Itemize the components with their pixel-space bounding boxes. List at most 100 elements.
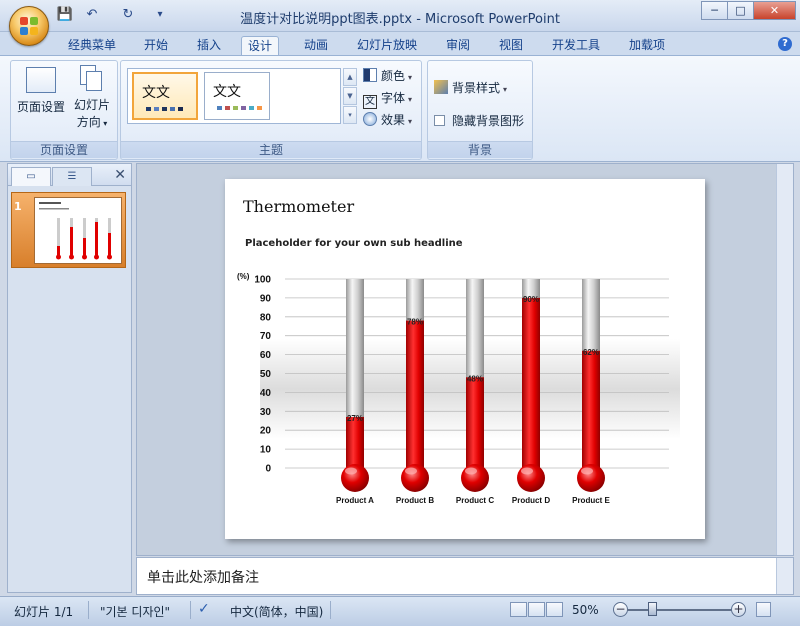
slide-editor-area: Thermometer Placeholder for your own sub… bbox=[136, 163, 794, 556]
category-label: Product D bbox=[512, 496, 550, 505]
zoom-slider-track[interactable] bbox=[627, 609, 735, 611]
slideshow-view-icon[interactable] bbox=[546, 602, 563, 617]
slide-canvas[interactable]: Thermometer Placeholder for your own sub… bbox=[225, 179, 705, 539]
minimize-button[interactable]: ─ bbox=[701, 1, 727, 20]
themes-group-label: 主题 bbox=[121, 141, 421, 158]
tab-review[interactable]: 审阅 bbox=[440, 36, 476, 56]
hide-background-graphics-checkbox[interactable]: 隐藏背景图形 bbox=[434, 111, 524, 131]
slide-thumbnail-preview bbox=[34, 197, 122, 264]
help-icon[interactable]: ? bbox=[778, 37, 792, 51]
tab-addins[interactable]: 加载项 bbox=[623, 36, 671, 56]
zoom-level[interactable]: 50% bbox=[572, 603, 599, 617]
group-themes: 文文 文文 ▲ ▼ ▾ 颜色 ▾ 文字体 ▾ 效果 ▾ 主题 bbox=[120, 60, 422, 160]
value-label: 27% bbox=[347, 414, 363, 423]
category-label: Product B bbox=[396, 496, 434, 505]
spelling-check-icon[interactable]: ✓ bbox=[198, 601, 210, 617]
slide-thumbnail-1[interactable]: 1 bbox=[11, 192, 126, 268]
editor-vertical-scrollbar[interactable] bbox=[776, 164, 793, 555]
tab-slideshow[interactable]: 幻灯片放映 bbox=[351, 36, 423, 56]
theme-fonts-label: 字体 bbox=[381, 91, 406, 105]
tab-animations[interactable]: 动画 bbox=[298, 36, 334, 56]
y-tick-label: 20 bbox=[260, 426, 272, 437]
pane-close-icon[interactable]: ✕ bbox=[114, 167, 126, 183]
value-label: 48% bbox=[467, 374, 483, 383]
y-axis-ticks: 1009080706050403020100 bbox=[254, 275, 271, 475]
close-button[interactable]: ✕ bbox=[753, 1, 796, 20]
value-label: 78% bbox=[407, 318, 423, 327]
checkbox-icon bbox=[434, 115, 445, 126]
zoom-slider-thumb[interactable] bbox=[648, 602, 657, 616]
group-page-setup: 页面设置 幻灯片 方向 ▾ 页面设置 bbox=[10, 60, 118, 160]
bulb-highlight bbox=[465, 467, 477, 475]
theme-colors-label: 颜色 bbox=[381, 69, 406, 83]
bulb-highlight bbox=[521, 467, 533, 475]
slide-sorter-view-icon[interactable] bbox=[528, 602, 545, 617]
fonts-icon: 文 bbox=[363, 95, 377, 109]
theme-thumbnail-1-text: 文文 bbox=[142, 85, 170, 101]
page-setup-button[interactable]: 页面设置 bbox=[15, 67, 67, 116]
background-styles-label: 背景样式 bbox=[452, 81, 501, 95]
effects-dropdown-icon: ▾ bbox=[408, 117, 413, 126]
normal-view-icon[interactable] bbox=[510, 602, 527, 617]
theme-gallery: 文文 文文 bbox=[127, 68, 341, 124]
y-tick-label: 10 bbox=[260, 445, 272, 456]
category-label: Product A bbox=[336, 496, 374, 505]
status-separator bbox=[88, 601, 89, 619]
pane-tabs: ▭ ☰ ✕ bbox=[8, 164, 131, 186]
y-axis-unit-label: (%) bbox=[237, 272, 250, 281]
y-tick-label: 80 bbox=[260, 312, 272, 323]
tab-developer[interactable]: 开发工具 bbox=[546, 36, 606, 56]
gallery-more-icon[interactable]: ▾ bbox=[343, 106, 357, 124]
fit-to-window-icon[interactable] bbox=[756, 602, 771, 617]
tab-home[interactable]: 开始 bbox=[138, 36, 174, 56]
theme-colors-button[interactable]: 颜色 ▾ bbox=[363, 66, 412, 86]
zoom-in-icon[interactable]: + bbox=[731, 602, 746, 617]
slide-number: 1 bbox=[14, 200, 22, 213]
theme-thumbnail-1[interactable]: 文文 bbox=[132, 72, 198, 120]
bulb-highlight bbox=[405, 467, 417, 475]
gallery-up-icon[interactable]: ▲ bbox=[343, 68, 357, 86]
tab-design[interactable]: 设计 bbox=[241, 36, 280, 56]
outline-tab[interactable]: ☰ bbox=[52, 167, 92, 186]
thermometer-fill bbox=[522, 297, 540, 472]
slide-thumbnail-chart bbox=[39, 202, 112, 260]
theme-1-color-swatches bbox=[146, 107, 183, 111]
y-tick-label: 100 bbox=[254, 275, 271, 286]
category-label: Product C bbox=[456, 496, 494, 505]
theme-thumbnail-2[interactable]: 文文 bbox=[204, 72, 270, 120]
thermometer-chart[interactable]: 1009080706050403020100 (%) 27%Product A7… bbox=[225, 179, 705, 539]
gallery-down-icon[interactable]: ▼ bbox=[343, 87, 357, 105]
notes-scrollbar[interactable] bbox=[776, 558, 793, 594]
background-group-label: 背景 bbox=[428, 141, 532, 158]
theme-fonts-button[interactable]: 文字体 ▾ bbox=[363, 88, 412, 109]
value-label: 90% bbox=[523, 295, 539, 304]
zoom-out-icon[interactable]: − bbox=[613, 602, 628, 617]
page-setup-group-label: 页面设置 bbox=[11, 141, 117, 158]
notes-placeholder[interactable]: 单击此处添加备注 bbox=[147, 567, 259, 587]
thermometer-bulb bbox=[401, 464, 429, 492]
theme-effects-button[interactable]: 效果 ▾ bbox=[363, 110, 412, 130]
slide-orientation-button[interactable]: 幻灯片 方向 ▾ bbox=[69, 65, 115, 132]
paint-bucket-icon bbox=[434, 80, 448, 94]
tab-view[interactable]: 视图 bbox=[493, 36, 529, 56]
thermometer-bulb bbox=[517, 464, 545, 492]
notes-pane[interactable]: 单击此处添加备注 bbox=[136, 557, 794, 595]
y-tick-label: 70 bbox=[260, 331, 272, 342]
background-styles-dropdown-icon: ▾ bbox=[503, 85, 508, 94]
tab-classic-menu[interactable]: 经典菜单 bbox=[62, 36, 122, 56]
slides-tab[interactable]: ▭ bbox=[11, 167, 51, 186]
colors-dropdown-icon: ▾ bbox=[408, 73, 413, 82]
title-bar: 💾 ↶ ↻ ▾ 温度计对比说明ppt图表.pptx - Microsoft Po… bbox=[0, 0, 800, 32]
office-button[interactable] bbox=[9, 6, 49, 46]
thermometer-fill bbox=[466, 377, 484, 472]
status-separator bbox=[190, 601, 191, 619]
maximize-button[interactable]: □ bbox=[727, 1, 753, 20]
language-indicator[interactable]: 中文(简体，中国) bbox=[230, 603, 323, 620]
tab-insert[interactable]: 插入 bbox=[191, 36, 227, 56]
slide-count: 幻灯片 1/1 bbox=[14, 605, 74, 619]
theme-name[interactable]: "기본 디자인" bbox=[100, 603, 170, 620]
page-setup-label: 页面设置 bbox=[16, 100, 65, 114]
window-title: 温度计对比说明ppt图表.pptx - Microsoft PowerPoint bbox=[240, 12, 560, 27]
y-tick-label: 90 bbox=[260, 293, 272, 304]
background-styles-button[interactable]: 背景样式 ▾ bbox=[434, 78, 507, 98]
